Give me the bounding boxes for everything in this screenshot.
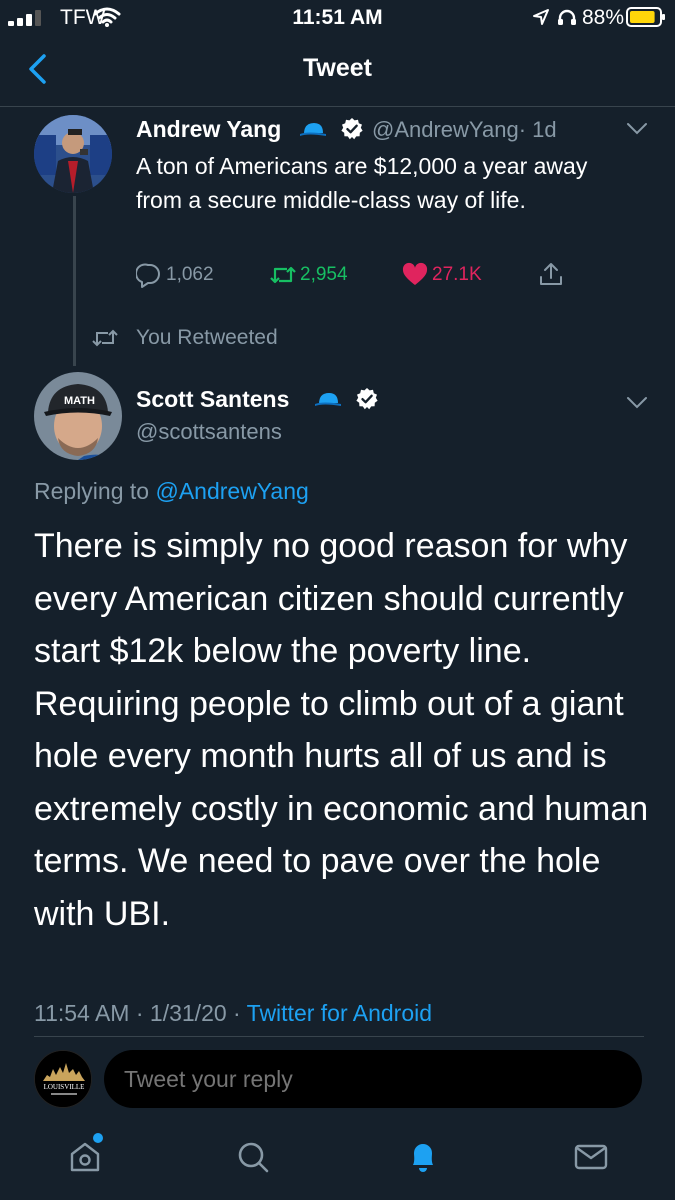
author-name[interactable]: Scott Santens [136, 386, 289, 413]
new-content-dot [93, 1133, 103, 1143]
tweet-text: A ton of Americans are $12,000 a year aw… [136, 153, 588, 213]
tweet-age: · 1d [518, 117, 557, 142]
scott-santens-avatar[interactable]: MATH [34, 372, 122, 460]
you-retweeted-label: You Retweeted [92, 326, 278, 350]
mail-icon [574, 1144, 608, 1170]
avatar-logo-text: LOUISVILLE [44, 1083, 85, 1091]
chevron-down-icon[interactable] [626, 396, 648, 410]
reply-count: 1,062 [166, 264, 214, 285]
tweet-meta: 11:54 AM · 1/31/20 · Twitter for Android [34, 1000, 432, 1027]
thread-line [73, 196, 76, 366]
nav-divider [0, 106, 675, 107]
user-avatar[interactable]: LOUISVILLE [34, 1050, 92, 1108]
replying-prefix: Replying to [34, 478, 156, 504]
reply-icon [136, 263, 160, 288]
replying-to: Replying to @AndrewYang [34, 478, 309, 505]
share-action[interactable] [538, 261, 568, 287]
like-count: 27.1K [432, 264, 482, 285]
svg-text:MATH: MATH [64, 395, 95, 407]
reply-action[interactable]: 1,062 [136, 262, 214, 288]
tweet-timestamp: 11:54 AM · 1/31/20 · [34, 1000, 247, 1026]
retweet-count: 2,954 [300, 264, 348, 285]
location-arrow-icon [533, 9, 549, 25]
author-handle[interactable]: @scottsantens [136, 419, 282, 445]
tweet-source-link[interactable]: Twitter for Android [247, 1000, 432, 1026]
author-name[interactable]: Andrew Yang [136, 116, 281, 143]
reply-input[interactable] [104, 1050, 642, 1108]
mention-link[interactable]: @AndrewYang [155, 478, 308, 504]
divider [34, 1036, 644, 1037]
share-icon [540, 263, 562, 285]
bell-icon [413, 1144, 433, 1172]
verified-icon [356, 388, 378, 410]
chevron-down-icon[interactable] [626, 122, 648, 136]
battery-icon [626, 7, 665, 27]
tweet-text: There is simply no good reason for why e… [34, 527, 649, 933]
status-bar: TFW 11:51 AM 88% [0, 0, 675, 36]
retweet-action[interactable]: 2,954 [270, 262, 348, 288]
like-action[interactable]: 27.1K [402, 262, 482, 288]
search-icon [238, 1142, 269, 1173]
home-icon [70, 1142, 100, 1172]
blue-cap-icon [315, 393, 341, 406]
retweet-icon [270, 266, 296, 284]
battery-percent: 88% [582, 6, 625, 29]
tab-notifications[interactable] [398, 1132, 448, 1182]
andrew-yang-avatar[interactable] [34, 115, 112, 193]
tab-messages[interactable] [566, 1132, 616, 1182]
blue-cap-icon [300, 123, 326, 136]
tab-search[interactable] [228, 1132, 278, 1182]
author-handle: @AndrewYang· 1d [372, 117, 557, 143]
verified-icon [341, 118, 363, 140]
retweet-icon [92, 329, 118, 347]
headphones-icon [558, 9, 576, 25]
handle-text[interactable]: @AndrewYang [372, 117, 519, 142]
heart-icon [402, 262, 428, 285]
you-retweeted-text: You Retweeted [136, 326, 278, 349]
page-title: Tweet [303, 54, 372, 82]
